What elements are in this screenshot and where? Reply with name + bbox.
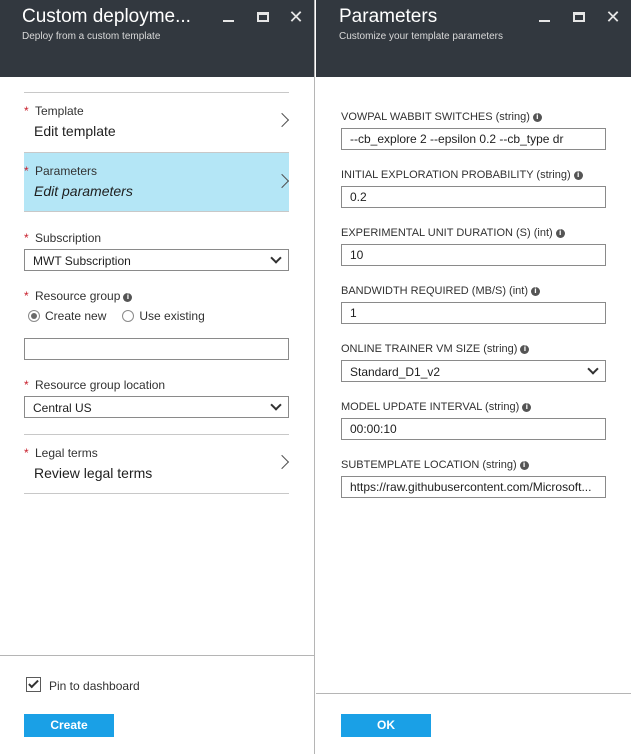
blade-subtitle: Customize your template parameters xyxy=(339,31,503,42)
subtemplate-location-input[interactable] xyxy=(341,476,606,498)
info-icon[interactable]: i xyxy=(555,229,565,238)
minimize-button[interactable] xyxy=(535,8,553,26)
required-marker: * xyxy=(24,231,29,245)
footer-divider xyxy=(316,693,631,694)
required-marker: * xyxy=(24,104,29,118)
param-label-bandwidth: BANDWIDTH REQUIRED (MB/S) (int) i xyxy=(341,285,540,297)
legal-terms-label: Legal terms xyxy=(35,446,98,460)
ok-button[interactable]: OK xyxy=(341,714,431,737)
parameters-item[interactable]: * Parameters Edit parameters xyxy=(24,152,290,212)
param-label-subtemplate-location: SUBTEMPLATE LOCATION (string) i xyxy=(341,459,529,471)
parameters-blade: Parameters Customize your template param… xyxy=(316,0,631,754)
param-label-exploration-probability: INITIAL EXPLORATION PROBABILITY (string)… xyxy=(341,169,583,181)
resource-group-name-input[interactable] xyxy=(24,338,289,360)
chevron-right-icon xyxy=(274,112,290,128)
use-existing-label[interactable]: Use existing xyxy=(139,309,204,323)
blade-subtitle: Deploy from a custom template xyxy=(22,31,161,42)
vm-size-dropdown[interactable]: Standard_D1_v2 xyxy=(341,360,606,382)
use-existing-radio[interactable] xyxy=(122,310,135,322)
info-icon[interactable]: i xyxy=(531,287,540,296)
location-dropdown[interactable]: Central US xyxy=(24,396,289,418)
required-marker: * xyxy=(24,378,29,392)
info-icon[interactable]: i xyxy=(519,461,529,470)
info-icon[interactable]: i xyxy=(522,403,532,412)
blade-title: Parameters xyxy=(339,6,438,27)
chevron-right-icon xyxy=(274,173,290,189)
close-icon: ✕ xyxy=(605,7,621,27)
minimize-icon xyxy=(538,20,550,22)
blade-title: Custom deployme... xyxy=(22,6,191,27)
minimize-icon xyxy=(222,20,234,22)
close-button[interactable]: ✕ xyxy=(287,8,305,26)
close-button[interactable]: ✕ xyxy=(604,8,622,26)
blade-header: Custom deployme... Deploy from a custom … xyxy=(0,0,314,77)
unit-duration-input[interactable] xyxy=(341,244,606,266)
subscription-selected: MWT Subscription xyxy=(33,254,131,268)
info-icon[interactable]: i xyxy=(532,113,542,122)
parameters-value: Edit parameters xyxy=(34,183,133,199)
checkmark-icon xyxy=(28,677,39,689)
create-new-label[interactable]: Create new xyxy=(45,309,106,323)
maximize-icon xyxy=(573,12,585,22)
footer-divider xyxy=(0,655,315,656)
vw-switches-input[interactable] xyxy=(341,128,606,150)
template-label: Template xyxy=(35,104,84,118)
param-label-vm-size: ONLINE TRAINER VM SIZE (string) i xyxy=(341,343,530,355)
info-icon[interactable]: i xyxy=(123,293,133,302)
legal-terms-item[interactable]: * Legal terms Review legal terms xyxy=(24,435,290,493)
maximize-button[interactable] xyxy=(254,8,272,26)
chevron-down-icon xyxy=(587,363,599,375)
chevron-right-icon xyxy=(274,454,290,470)
maximize-button[interactable] xyxy=(570,8,588,26)
custom-deployment-blade: Custom deployme... Deploy from a custom … xyxy=(0,0,315,754)
subscription-label: * Subscription xyxy=(24,231,102,245)
subscription-dropdown[interactable]: MWT Subscription xyxy=(24,249,289,271)
location-label: * Resource group location xyxy=(24,378,166,392)
pin-to-dashboard-label[interactable]: Pin to dashboard xyxy=(49,679,140,693)
blade-header: Parameters Customize your template param… xyxy=(316,0,631,77)
bandwidth-input[interactable] xyxy=(341,302,606,324)
template-value: Edit template xyxy=(34,123,116,139)
required-marker: * xyxy=(24,164,29,178)
chevron-down-icon xyxy=(270,399,282,411)
info-icon[interactable]: i xyxy=(573,171,583,180)
chevron-down-icon xyxy=(270,252,282,264)
param-label-vw-switches: VOWPAL WABBIT SWITCHES (string) i xyxy=(341,111,542,123)
info-icon[interactable]: i xyxy=(520,345,530,354)
pin-to-dashboard-checkbox[interactable] xyxy=(26,677,41,692)
close-icon: ✕ xyxy=(288,7,304,27)
create-new-radio[interactable] xyxy=(28,310,40,322)
required-marker: * xyxy=(24,446,29,460)
location-selected: Central US xyxy=(33,401,92,415)
legal-terms-value: Review legal terms xyxy=(34,465,153,481)
minimize-button[interactable] xyxy=(219,8,237,26)
create-button[interactable]: Create xyxy=(24,714,114,737)
resource-group-label: * Resource group i xyxy=(24,289,133,303)
update-interval-input[interactable] xyxy=(341,418,606,440)
required-marker: * xyxy=(24,289,29,303)
exploration-probability-input[interactable] xyxy=(341,186,606,208)
vm-size-selected: Standard_D1_v2 xyxy=(350,365,441,379)
param-label-update-interval: MODEL UPDATE INTERVAL (string) i xyxy=(341,401,532,413)
maximize-icon xyxy=(257,12,269,22)
resource-group-options: Create new Use existing xyxy=(28,309,221,323)
radio-selected-dot xyxy=(31,313,37,319)
parameters-label: Parameters xyxy=(35,164,98,178)
divider xyxy=(24,493,289,494)
param-label-unit-duration: EXPERIMENTAL UNIT DURATION (S) (int) i xyxy=(341,227,565,239)
template-item[interactable]: * Template Edit template xyxy=(24,93,290,151)
